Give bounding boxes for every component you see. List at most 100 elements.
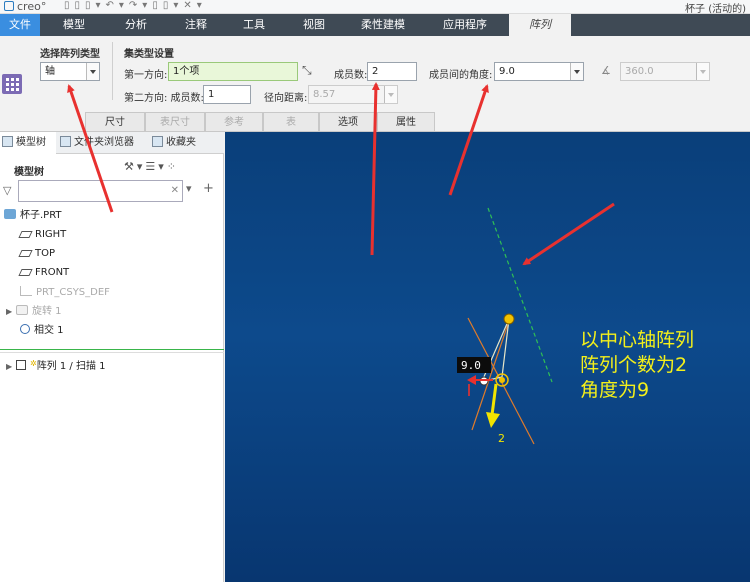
angular-extent-icon[interactable]: ∡ bbox=[601, 64, 611, 77]
add-icon[interactable]: + bbox=[203, 181, 214, 196]
radial-distance-input[interactable]: 8.57 bbox=[308, 85, 398, 104]
subtab-properties[interactable]: 属性 bbox=[377, 112, 435, 131]
arrow-head-icon bbox=[486, 412, 500, 428]
window-title: 杯子 (活动的) bbox=[685, 4, 746, 15]
model-tree-icon bbox=[2, 136, 13, 147]
set-type-group-title: 集类型设置 bbox=[124, 49, 174, 60]
instruction-annotation: 以中心轴阵列 阵列个数为2 角度为9 bbox=[580, 328, 694, 403]
revolve-icon bbox=[16, 305, 28, 315]
tab-analysis[interactable]: 分析 bbox=[110, 14, 162, 36]
folder-icon bbox=[60, 136, 71, 147]
datum-plane-icon bbox=[18, 231, 33, 238]
tab-model-tree[interactable]: 模型树 bbox=[0, 132, 56, 154]
tab-folder-browser[interactable]: 文件夹浏览器 bbox=[60, 132, 148, 154]
tree-item-top[interactable]: TOP bbox=[18, 245, 56, 263]
radial-distance-value: 8.57 bbox=[313, 89, 336, 100]
tree-item-label: PRT_CSYS_DEF bbox=[36, 287, 110, 298]
subtab-table-dimensions[interactable]: 表尺寸 bbox=[145, 112, 205, 131]
filter-icon[interactable]: ▽ bbox=[3, 184, 11, 197]
datum-plane-icon bbox=[18, 269, 33, 276]
count-direction-arrow bbox=[490, 383, 498, 416]
annotation-line: 以中心轴阵列 bbox=[580, 329, 695, 351]
annotation-line: 阵列个数为2 bbox=[580, 354, 688, 376]
model-tree-title: 模型树 bbox=[14, 167, 44, 178]
total-angle-input[interactable]: 360.0 bbox=[620, 62, 710, 81]
pattern-member-marker-core bbox=[499, 377, 505, 383]
angle-value: 9.0 bbox=[499, 66, 515, 77]
tab-model[interactable]: 模型 bbox=[48, 14, 100, 36]
tree-item-part[interactable]: 杯子.PRT bbox=[4, 207, 62, 225]
pattern-feature-icon bbox=[16, 360, 26, 370]
members-input[interactable]: 2 bbox=[367, 62, 417, 81]
app-logo-text: creo° bbox=[17, 0, 47, 13]
search-input[interactable]: ✕ bbox=[18, 180, 183, 202]
tab-folder-browser-label: 文件夹浏览器 bbox=[74, 137, 134, 148]
angle-input[interactable]: 9.0 bbox=[494, 62, 584, 81]
clear-icon[interactable]: ✕ bbox=[171, 185, 179, 196]
subtab-references[interactable]: 参考 bbox=[205, 112, 263, 131]
first-direction-label: 第一方向: bbox=[124, 70, 168, 81]
first-direction-collector[interactable]: 1个项 bbox=[168, 62, 298, 81]
expand-icon[interactable]: ▶ bbox=[6, 358, 16, 376]
tab-file[interactable]: 文件 bbox=[0, 14, 40, 36]
tab-model-tree-label: 模型树 bbox=[16, 137, 46, 148]
pattern-type-value: 轴 bbox=[45, 66, 55, 77]
tab-flexible-modeling[interactable]: 柔性建模 bbox=[348, 14, 418, 36]
angle-tag: 9.0 bbox=[461, 359, 481, 372]
drag-handle[interactable] bbox=[503, 313, 515, 325]
tab-applications[interactable]: 应用程序 bbox=[430, 14, 500, 36]
pattern-icon bbox=[2, 74, 22, 94]
insert-indicator bbox=[0, 349, 224, 350]
tree-item-label: 阵列 1 / 扫描 1 bbox=[36, 361, 106, 372]
tab-favorites-label: 收藏夹 bbox=[166, 137, 196, 148]
tab-annotate[interactable]: 注释 bbox=[170, 14, 222, 36]
count-tag: 2 bbox=[498, 432, 505, 445]
tree-item-label: 相交 1 bbox=[34, 325, 64, 336]
tree-item-csys[interactable]: PRT_CSYS_DEF bbox=[20, 284, 110, 302]
subtab-table[interactable]: 表 bbox=[263, 112, 319, 131]
tree-item-pattern[interactable]: ▶ ✲阵列 1 / 扫描 1 bbox=[6, 355, 106, 373]
second-members-input[interactable]: 1 bbox=[203, 85, 251, 104]
tab-favorites[interactable]: 收藏夹 bbox=[152, 132, 222, 154]
app-logo: creo° bbox=[4, 0, 46, 13]
tree-item-revolve[interactable]: ▶ 旋转 1 bbox=[6, 303, 62, 321]
pattern-type-select[interactable]: 轴 bbox=[40, 62, 100, 81]
navigator-tabs: 模型树 文件夹浏览器 收藏夹 bbox=[0, 132, 224, 154]
subtab-dimensions[interactable]: 尺寸 bbox=[85, 112, 145, 131]
tab-tools[interactable]: 工具 bbox=[228, 14, 280, 36]
title-bar: creo° ▯▯▯▾↶▾↷▾▯▯▾✕▾ 杯子 (活动的) bbox=[0, 0, 750, 15]
tree-item-label: 旋转 1 bbox=[32, 306, 62, 317]
flip-direction-icon[interactable]: ⤡ bbox=[302, 63, 312, 78]
datum-plane-icon bbox=[18, 250, 33, 257]
divider bbox=[0, 352, 224, 353]
tree-item-intersect[interactable]: 相交 1 bbox=[20, 322, 64, 340]
tree-item-label: FRONT bbox=[35, 267, 70, 278]
tree-item-label: 杯子.PRT bbox=[20, 210, 62, 221]
tree-item-label: TOP bbox=[35, 248, 56, 259]
graphics-viewport[interactable]: 9.0 2 以中心轴阵列 阵列个数为2 角度为9 bbox=[225, 132, 750, 582]
chevron-down-icon bbox=[384, 86, 397, 103]
dropdown-icon[interactable]: ▾ bbox=[186, 182, 192, 195]
group-divider bbox=[112, 42, 113, 100]
pattern-type-group-title: 选择阵列类型 bbox=[40, 49, 100, 60]
coordinate-system-icon bbox=[20, 286, 32, 296]
tab-pattern[interactable]: 阵列 bbox=[509, 14, 571, 36]
chevron-down-icon bbox=[570, 63, 583, 80]
expand-icon[interactable]: ▶ bbox=[6, 303, 16, 321]
intersect-icon bbox=[20, 324, 30, 334]
chevron-down-icon bbox=[86, 63, 99, 80]
tree-item-front[interactable]: FRONT bbox=[18, 264, 70, 282]
quick-access-toolbar[interactable]: ▯▯▯▾↶▾↷▾▯▯▾✕▾ bbox=[64, 0, 207, 11]
second-direction-label: 第二方向: 成员数: bbox=[124, 93, 204, 104]
subtab-options[interactable]: 选项 bbox=[319, 112, 377, 131]
navigator-panel: 模型树 文件夹浏览器 收藏夹 模型树 ⚒▾☰▾⁘ ▽ ✕ ▾ + 杯子.PRT … bbox=[0, 132, 224, 582]
arrow-head-icon bbox=[467, 375, 476, 385]
chevron-down-icon bbox=[696, 63, 709, 80]
model-tree-tools[interactable]: ⚒▾☰▾⁘ bbox=[124, 160, 179, 173]
favorites-icon bbox=[152, 136, 163, 147]
tab-view[interactable]: 视图 bbox=[288, 14, 340, 36]
tree-item-right[interactable]: RIGHT bbox=[18, 226, 66, 244]
creo-icon bbox=[4, 1, 14, 11]
radial-distance-label: 径向距离: bbox=[264, 93, 308, 104]
total-angle-value: 360.0 bbox=[625, 66, 654, 77]
